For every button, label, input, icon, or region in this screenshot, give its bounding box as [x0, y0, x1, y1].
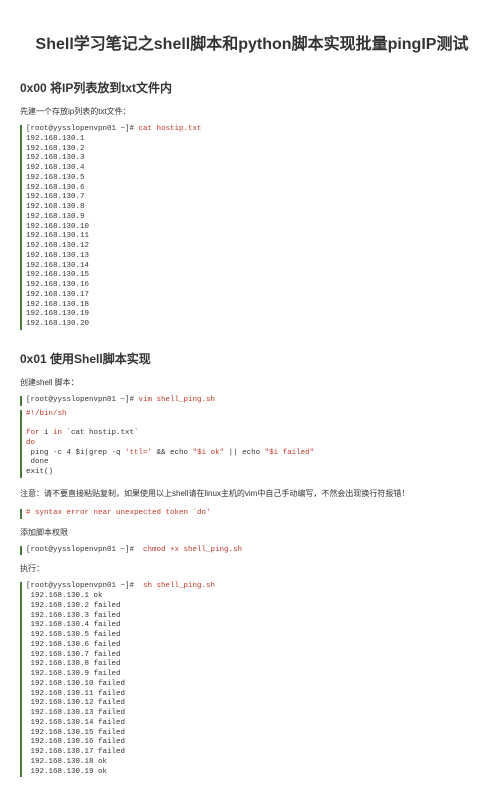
code-block-error: # syntax error near unexpected token `do… [20, 509, 484, 519]
prompt: [root@yysslopenvpn01 ~]# [26, 546, 143, 554]
txt: i [40, 429, 54, 437]
prompt: [root@yysslopenvpn01 ~]# [26, 396, 139, 404]
warning-text: 注意：请不要直接粘贴复制，如果使用以上shell请在linux主机的vim中自己… [20, 488, 484, 499]
txt: ping -c 4 $i|grep -q [26, 449, 125, 457]
result-list: 192.168.130.1 ok 192.168.130.2 failed 19… [26, 592, 125, 776]
txt: || echo [224, 449, 265, 457]
code-block-vim: [root@yysslopenvpn01 ~]# vim shell_ping.… [20, 396, 484, 406]
exit: exit() [26, 468, 53, 476]
kw-done: done [26, 458, 49, 466]
code-block-script: #!/bin/sh for i in `cat hostip.txt` do p… [20, 410, 484, 478]
error-msg: # syntax error near unexpected token `do… [26, 509, 211, 517]
prompt: [root@yysslopenvpn01 ~]# [26, 582, 143, 590]
section-heading-1: 0x01 使用Shell脚本实现 [20, 350, 484, 367]
str: 'ttl=' [125, 449, 152, 457]
section-intro-3: 执行： [20, 563, 484, 574]
txt: && echo [152, 449, 193, 457]
command: vim shell_ping.sh [139, 396, 216, 404]
section-intro-0: 先建一个存放ip列表的txt文件： [20, 106, 484, 117]
section-intro-1: 创建shell 脚本： [20, 377, 484, 388]
ip-list: 192.168.130.1 192.168.130.2 192.168.130.… [26, 135, 89, 328]
page-title: Shell学习笔记之shell脚本和python脚本实现批量pingIP测试 [20, 30, 484, 54]
kw-do: do [26, 439, 35, 447]
code-block-hostip: [root@yysslopenvpn01 ~]# cat hostip.txt … [20, 125, 484, 330]
command: sh shell_ping.sh [143, 582, 215, 590]
command: cat hostip.txt [139, 125, 202, 133]
code-block-chmod: [root@yysslopenvpn01 ~]# chmod +x shell_… [20, 546, 484, 556]
str: "$i failed" [265, 449, 315, 457]
section-heading-0: 0x00 将IP列表放到txt文件内 [20, 79, 484, 96]
kw-in: in [53, 429, 62, 437]
section-intro-2: 添加脚本权限 [20, 527, 484, 538]
kw-for: for [26, 429, 40, 437]
str: "$i ok" [193, 449, 225, 457]
txt: `cat hostip.txt` [62, 429, 139, 437]
code-block-run: [root@yysslopenvpn01 ~]# sh shell_ping.s… [20, 582, 484, 777]
command: chmod +x shell_ping.sh [143, 546, 242, 554]
shebang: #!/bin/sh [26, 410, 67, 418]
prompt: [root@yysslopenvpn01 ~]# [26, 125, 139, 133]
